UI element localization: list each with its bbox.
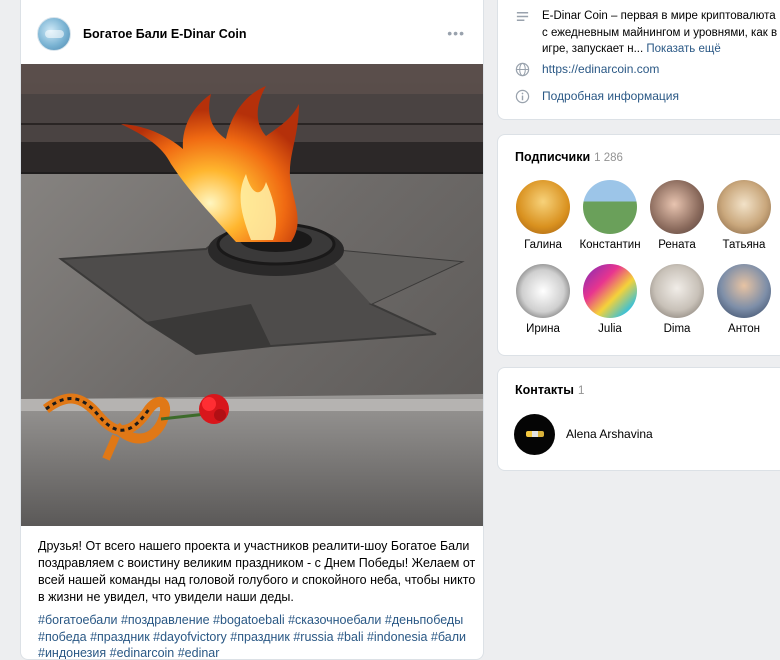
subscriber-name: Ирина — [526, 323, 560, 335]
subscriber-item[interactable]: Ирина — [508, 264, 578, 335]
subscriber-avatar — [650, 180, 704, 234]
show-more-link[interactable]: Показать ещё — [646, 43, 720, 55]
post-hashtags[interactable]: #богатоебали #поздравление #bogatoebali … — [38, 612, 478, 659]
globe-icon — [515, 62, 530, 77]
subscriber-item[interactable]: Dima — [642, 264, 712, 335]
post-header: Богатое Бали E-Dinar Coin ••• — [21, 0, 483, 64]
post-author[interactable]: Богатое Бали E-Dinar Coin — [83, 27, 247, 41]
post-photo-eternal-flame[interactable] — [21, 64, 483, 526]
subscribers-card: Подписчики 1 286 Галина Константин Рената… — [497, 134, 780, 356]
subscriber-name: Константин — [579, 239, 641, 251]
info-icon — [515, 89, 530, 104]
description-icon — [516, 12, 529, 21]
wall-post: Богатое Бали E-Dinar Coin ••• Друзья! От… — [20, 0, 484, 660]
subscriber-avatar — [717, 180, 771, 234]
subscriber-avatar — [717, 264, 771, 318]
subscriber-item[interactable]: Галина — [508, 180, 578, 251]
detailed-info-link[interactable]: Подробная информация — [542, 88, 679, 104]
subscriber-name: Антон — [728, 323, 760, 335]
community-avatar[interactable] — [37, 17, 71, 51]
contact-avatar[interactable] — [514, 414, 555, 455]
eternal-flame-photo — [21, 64, 483, 526]
contacts-title: Контакты — [515, 383, 574, 397]
post-text: Друзья! От всего нашего проекта и участн… — [38, 539, 476, 604]
contacts-card: Контакты 1 Alena Arshavina — [497, 367, 780, 471]
contact-name[interactable]: Alena Arshavina — [566, 427, 653, 441]
subscriber-name: Рената — [658, 239, 696, 251]
subscriber-item[interactable]: Рената — [642, 180, 712, 251]
contacts-header[interactable]: Контакты 1 — [515, 383, 584, 397]
subscriber-name: Татьяна — [722, 239, 766, 251]
subscriber-name: Dima — [663, 323, 691, 335]
subscriber-avatar — [650, 264, 704, 318]
subscriber-item[interactable]: Константин — [575, 180, 645, 251]
subscriber-avatar — [583, 264, 637, 318]
subscriber-avatar — [516, 264, 570, 318]
subscriber-item[interactable]: Julia — [575, 264, 645, 335]
subscribers-header[interactable]: Подписчики 1 286 — [515, 150, 623, 164]
more-options-icon[interactable]: ••• — [447, 26, 465, 40]
subscribers-count: 1 286 — [594, 152, 623, 164]
contacts-count: 1 — [577, 385, 585, 397]
community-info-card: E-Dinar Coin – первая в мире криптовалют… — [497, 0, 780, 120]
subscriber-name: Галина — [524, 239, 562, 251]
subscriber-avatar — [516, 180, 570, 234]
subscriber-avatar — [583, 180, 637, 234]
subscriber-item[interactable]: Антон — [709, 264, 779, 335]
website-link[interactable]: https://edinarcoin.com — [542, 61, 659, 77]
subscribers-title: Подписчики — [515, 150, 591, 164]
subscriber-name: Julia — [598, 323, 622, 335]
subscriber-item[interactable]: Татьяна — [709, 180, 779, 251]
